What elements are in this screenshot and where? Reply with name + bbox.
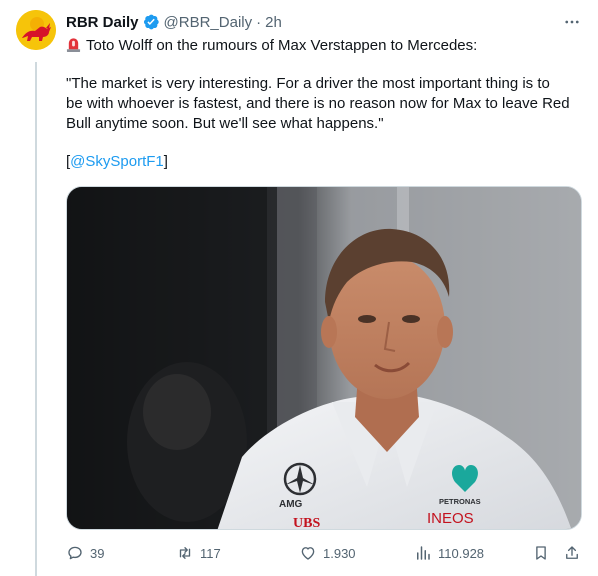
repost-icon bbox=[179, 547, 191, 559]
source-credit: [@SkySportF1] bbox=[66, 152, 582, 172]
reply-count: 39 bbox=[90, 545, 105, 561]
thread-line bbox=[35, 62, 37, 576]
shirt-ubs-text: UBS bbox=[293, 516, 320, 530]
tweet-header: RBR Daily @RBR_Daily · 2h bbox=[66, 12, 282, 32]
views-button[interactable]: 110.928 bbox=[414, 540, 484, 566]
red-bull-logo-icon bbox=[16, 10, 56, 50]
views-count: 110.928 bbox=[438, 545, 485, 561]
reply-button[interactable]: 39 bbox=[66, 540, 104, 566]
tweet-text: Toto Wolff on the rumours of Max Verstap… bbox=[66, 36, 582, 172]
bracket-close: ] bbox=[163, 153, 168, 170]
shirt-ineos-text: INEOS bbox=[427, 510, 474, 527]
share-icon bbox=[566, 546, 578, 559]
like-count: 1.930 bbox=[323, 545, 356, 561]
more-options-button[interactable] bbox=[562, 12, 582, 32]
tweet-quote-line-2: be with whoever is fastest, and there is… bbox=[66, 95, 570, 112]
photo-toto-wolff: AMG UBS PETRONAS INEOS bbox=[67, 187, 581, 530]
tweet[interactable]: RBR Daily @RBR_Daily · 2h Toto Wolff on … bbox=[0, 0, 598, 576]
shirt-amg-text: AMG bbox=[279, 499, 303, 510]
siren-emoji-icon bbox=[66, 38, 81, 52]
reply-icon bbox=[68, 546, 82, 560]
bookmark-icon bbox=[536, 546, 546, 560]
shirt-petronas-text: PETRONAS bbox=[439, 497, 481, 506]
separator-dot: · bbox=[256, 13, 262, 31]
verified-badge-icon bbox=[143, 14, 159, 30]
like-button[interactable]: 1.930 bbox=[299, 540, 356, 566]
tweet-photo[interactable]: AMG UBS PETRONAS INEOS bbox=[66, 186, 582, 530]
more-horizontal-icon bbox=[565, 20, 579, 24]
tweet-headline: Toto Wolff on the rumours of Max Verstap… bbox=[66, 36, 582, 56]
tweet-line-1: Toto Wolff on the rumours of Max Verstap… bbox=[86, 37, 478, 54]
avatar[interactable] bbox=[16, 10, 56, 50]
handle[interactable]: @RBR_Daily bbox=[164, 14, 253, 31]
mention-link[interactable]: @SkySportF1 bbox=[70, 153, 164, 170]
timestamp[interactable]: 2h bbox=[265, 14, 282, 31]
bookmark-button[interactable] bbox=[532, 540, 550, 566]
tweet-quote-line-3: Bull anytime soon. But we'll see what ha… bbox=[66, 115, 384, 132]
tweet-quote-line-1: "The market is very interesting. For a d… bbox=[66, 75, 550, 92]
display-name[interactable]: RBR Daily bbox=[66, 14, 139, 31]
tweet-actions: 39 117 1.930 110.928 bbox=[66, 540, 582, 566]
share-button[interactable] bbox=[563, 540, 581, 566]
repost-count: 117 bbox=[200, 545, 221, 561]
heart-icon bbox=[301, 547, 315, 560]
repost-button[interactable]: 117 bbox=[176, 540, 221, 566]
views-chart-icon bbox=[417, 546, 430, 560]
